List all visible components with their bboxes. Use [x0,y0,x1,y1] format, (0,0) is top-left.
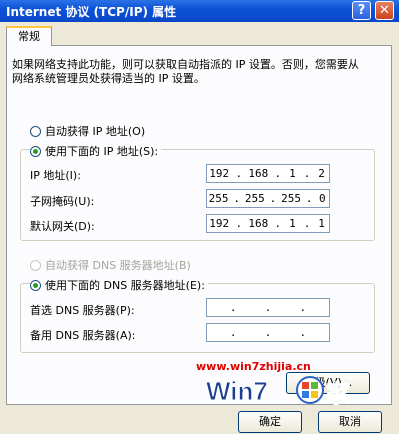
tcpip-properties-window: Internet 协议 (TCP/IP) 属性 ? ✕ 常规 如果网络支持此功能… [0,0,399,434]
dns2-dot: . [264,326,272,339]
ip-octet-3: 1 [289,167,296,180]
gw-dot: . [303,217,311,230]
mask-octet-4: 0 [319,192,326,205]
subnet-mask-field[interactable]: 255. 255. 255. 0 [206,189,330,208]
ip-address-label: IP 地址(I): [30,169,81,182]
auto-ip-label: 自动获得 IP 地址(O) [45,125,146,138]
mask-octet-2: 255 [244,192,265,205]
dns1-dot: . [299,301,307,314]
description-text: 如果网络支持此功能，则可以获取自动指派的 IP 设置。否则，您需要从网络系统管理… [12,58,359,85]
auto-ip-option[interactable]: 自动获得 IP 地址(O) [30,123,145,139]
window-title: Internet 协议 (TCP/IP) 属性 [6,5,177,19]
mask-dot: . [269,192,277,205]
mask-octet-1: 255 [208,192,229,205]
gw-dot: . [274,217,282,230]
manual-dns-option[interactable]: 使用下面的 DNS 服务器地址(E): [30,277,208,293]
default-gateway-field[interactable]: 192. 168. 1. 1 [206,214,330,233]
ip-dot: . [274,167,282,180]
close-button[interactable]: ✕ [375,1,394,20]
tab-general[interactable]: 常规 [6,26,52,46]
help-icon: ? [357,3,366,18]
auto-dns-label: 自动获得 DNS 服务器地址(B) [45,259,191,272]
alternate-dns-field[interactable]: . . . [206,323,330,342]
ip-octet-1: 192 [209,167,230,180]
mask-dot: . [233,192,240,205]
ip-octet-4: 2 [318,167,325,180]
ip-dot: . [235,167,243,180]
subnet-mask-label: 子网掩码(U): [30,195,95,208]
manual-dns-label: 使用下面的 DNS 服务器地址(E): [45,279,205,292]
dns1-dot: . [264,301,272,314]
gw-octet-3: 1 [289,217,296,230]
win7-logo-watermark: Win7 家 [206,376,351,409]
title-bar[interactable]: Internet 协议 (TCP/IP) 属性 ? ✕ [0,0,399,22]
default-gateway-label: 默认网关(D): [30,220,95,233]
gw-octet-2: 168 [248,217,269,230]
auto-dns-radio[interactable] [30,259,41,271]
manual-ip-option[interactable]: 使用下面的 IP 地址(S): [30,143,162,159]
manual-ip-label: 使用下面的 IP 地址(S): [45,145,159,158]
close-icon: ✕ [379,3,390,18]
svg-text:Win7: Win7 [206,376,268,406]
ip-octet-2: 168 [248,167,269,180]
mask-dot: . [305,192,313,205]
gw-dot: . [235,217,243,230]
auto-dns-option[interactable]: 自动获得 DNS 服务器地址(B) [30,257,191,273]
gw-octet-4: 1 [318,217,325,230]
svg-text:家: 家 [326,380,350,408]
dns2-dot: . [229,326,237,339]
help-button[interactable]: ? [352,1,371,20]
dns2-dot: . [299,326,307,339]
cancel-button[interactable]: 取消 [318,411,382,433]
manual-dns-radio[interactable] [30,279,41,291]
ok-button[interactable]: 确定 [238,411,302,433]
ip-address-field[interactable]: 192. 168. 1. 2 [206,164,330,183]
gw-octet-1: 192 [209,217,230,230]
ip-dot: . [303,167,311,180]
alternate-dns-label: 备用 DNS 服务器(A): [30,329,136,342]
auto-ip-radio[interactable] [30,125,41,137]
manual-ip-radio[interactable] [30,145,41,157]
preferred-dns-label: 首选 DNS 服务器(P): [30,304,135,317]
preferred-dns-field[interactable]: . . . [206,298,330,317]
windows-flag-icon [296,376,324,404]
mask-octet-3: 255 [281,192,301,205]
dns1-dot: . [229,301,237,314]
